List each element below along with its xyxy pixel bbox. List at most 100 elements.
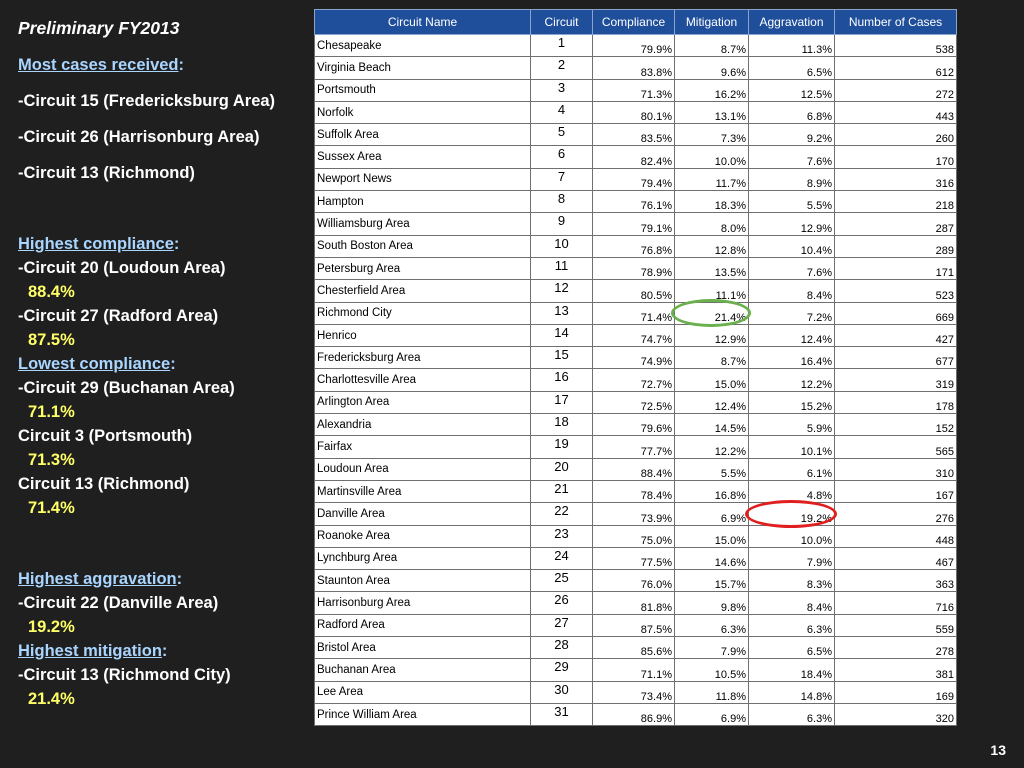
slide-title: Preliminary FY2013 xyxy=(18,18,180,38)
cell-mitigation: 9.6% xyxy=(674,56,749,80)
highest-compliance-pct: 87.5% xyxy=(28,331,75,349)
cell-circuit-name: Chesterfield Area xyxy=(314,279,531,303)
cell-number-of-cases: 171 xyxy=(834,256,957,281)
cell-circuit-name: Harrisonburg Area xyxy=(314,591,531,615)
cell-aggravation: 5.9% xyxy=(748,413,835,437)
cell-number-of-cases: 276 xyxy=(834,502,957,526)
cell-circuit-name: Newport News xyxy=(314,167,531,192)
lowest-compliance-item: Circuit 13 (Richmond) xyxy=(18,475,190,493)
cell-compliance: 79.9% xyxy=(592,33,675,58)
cell-mitigation: 8.0% xyxy=(674,212,749,236)
cell-mitigation: 8.7% xyxy=(674,33,749,58)
cell-aggravation: 15.2% xyxy=(748,390,835,415)
cell-compliance: 86.9% xyxy=(592,702,675,727)
cell-compliance: 85.6% xyxy=(592,636,675,660)
cell-mitigation: 6.3% xyxy=(674,613,749,638)
cell-compliance: 79.1% xyxy=(592,212,675,236)
cell-mitigation: 12.8% xyxy=(674,234,749,258)
cell-mitigation: 21.4% xyxy=(674,301,749,325)
cell-mitigation: 12.9% xyxy=(674,323,749,348)
cell-aggravation: 6.3% xyxy=(748,613,835,638)
cell-mitigation: 6.9% xyxy=(674,702,749,727)
cell-aggravation: 11.3% xyxy=(748,33,835,58)
cell-circuit-name: Radford Area xyxy=(314,613,531,638)
cell-circuit: 15 xyxy=(530,346,593,370)
cell-circuit-name: Danville Area xyxy=(314,502,531,526)
cell-compliance: 75.0% xyxy=(592,524,675,548)
cell-circuit: 22 xyxy=(530,502,593,526)
cell-circuit: 23 xyxy=(530,524,593,548)
cell-number-of-cases: 152 xyxy=(834,413,957,437)
cell-mitigation: 12.4% xyxy=(674,390,749,415)
table-row: Radford Area 27 87.5% 6.3% 6.3% 559 xyxy=(314,613,957,638)
cell-aggravation: 19.2% xyxy=(748,502,835,526)
cell-number-of-cases: 612 xyxy=(834,56,957,80)
cell-circuit: 11 xyxy=(530,256,593,281)
cell-compliance: 72.5% xyxy=(592,390,675,415)
cell-aggravation: 6.5% xyxy=(748,636,835,660)
cell-aggravation: 12.5% xyxy=(748,78,835,102)
cell-number-of-cases: 363 xyxy=(834,569,957,593)
highest-aggravation-heading: Highest aggravation: xyxy=(18,570,183,588)
cell-compliance: 80.5% xyxy=(592,279,675,303)
highest-compliance-pct: 88.4% xyxy=(28,283,75,301)
column-header-circuit-name: Circuit Name xyxy=(314,9,531,35)
cell-mitigation: 7.9% xyxy=(674,636,749,660)
cell-circuit: 20 xyxy=(530,457,593,481)
cell-number-of-cases: 467 xyxy=(834,546,957,571)
cell-aggravation: 14.8% xyxy=(748,680,835,704)
cell-aggravation: 12.2% xyxy=(748,368,835,392)
table-row: Lynchburg Area 24 77.5% 14.6% 7.9% 467 xyxy=(314,546,957,571)
cell-circuit-name: Williamsburg Area xyxy=(314,212,531,236)
cell-circuit-name: Sussex Area xyxy=(314,145,531,169)
cell-number-of-cases: 559 xyxy=(834,613,957,638)
table-row: Fairfax 19 77.7% 12.2% 10.1% 565 xyxy=(314,435,957,459)
lowest-compliance-item: -Circuit 29 (Buchanan Area) xyxy=(18,379,235,397)
table-header-row: Circuit Name Circuit Compliance Mitigati… xyxy=(314,9,957,35)
cell-number-of-cases: 443 xyxy=(834,100,957,125)
table-row: South Boston Area 10 76.8% 12.8% 10.4% 289 xyxy=(314,234,957,258)
highest-compliance-item: -Circuit 20 (Loudoun Area) xyxy=(18,259,226,277)
cell-aggravation: 6.5% xyxy=(748,56,835,80)
highest-compliance-item: -Circuit 27 (Radford Area) xyxy=(18,307,219,325)
cell-circuit-name: Charlottesville Area xyxy=(314,368,531,392)
table-row: Newport News 7 79.4% 11.7% 8.9% 316 xyxy=(314,167,957,192)
cell-aggravation: 6.8% xyxy=(748,100,835,125)
cell-circuit: 31 xyxy=(530,702,593,727)
cell-number-of-cases: 167 xyxy=(834,479,957,504)
cell-circuit-name: Fairfax xyxy=(314,435,531,459)
cell-circuit-name: Loudoun Area xyxy=(314,457,531,481)
cell-number-of-cases: 169 xyxy=(834,680,957,704)
cell-circuit: 3 xyxy=(530,78,593,102)
cell-compliance: 83.5% xyxy=(592,123,675,147)
cell-circuit: 9 xyxy=(530,212,593,236)
cell-aggravation: 6.3% xyxy=(748,702,835,727)
page-number: 13 xyxy=(990,742,1006,758)
table-row: Virginia Beach 2 83.8% 9.6% 6.5% 612 xyxy=(314,56,957,80)
cell-circuit: 30 xyxy=(530,680,593,704)
highest-mitigation-item: -Circuit 13 (Richmond City) xyxy=(18,666,231,684)
cell-compliance: 78.4% xyxy=(592,479,675,504)
cell-mitigation: 7.3% xyxy=(674,123,749,147)
cell-circuit-name: Virginia Beach xyxy=(314,56,531,80)
cell-mitigation: 11.7% xyxy=(674,167,749,192)
cell-aggravation: 10.1% xyxy=(748,435,835,459)
cell-circuit: 17 xyxy=(530,390,593,415)
cell-number-of-cases: 178 xyxy=(834,390,957,415)
cell-circuit-name: Bristol Area xyxy=(314,636,531,660)
cell-number-of-cases: 272 xyxy=(834,78,957,102)
cell-compliance: 72.7% xyxy=(592,368,675,392)
table-row: Bristol Area 28 85.6% 7.9% 6.5% 278 xyxy=(314,636,957,660)
cell-number-of-cases: 716 xyxy=(834,591,957,615)
cell-compliance: 76.1% xyxy=(592,190,675,214)
cell-compliance: 88.4% xyxy=(592,457,675,481)
cell-compliance: 71.3% xyxy=(592,78,675,102)
cell-compliance: 79.6% xyxy=(592,413,675,437)
cell-compliance: 74.7% xyxy=(592,323,675,348)
cell-circuit-name: Prince William Area xyxy=(314,702,531,727)
column-header-circuit: Circuit xyxy=(530,9,593,35)
lowest-compliance-pct: 71.4% xyxy=(28,499,75,517)
cell-number-of-cases: 316 xyxy=(834,167,957,192)
cell-compliance: 71.4% xyxy=(592,301,675,325)
cell-circuit: 14 xyxy=(530,323,593,348)
